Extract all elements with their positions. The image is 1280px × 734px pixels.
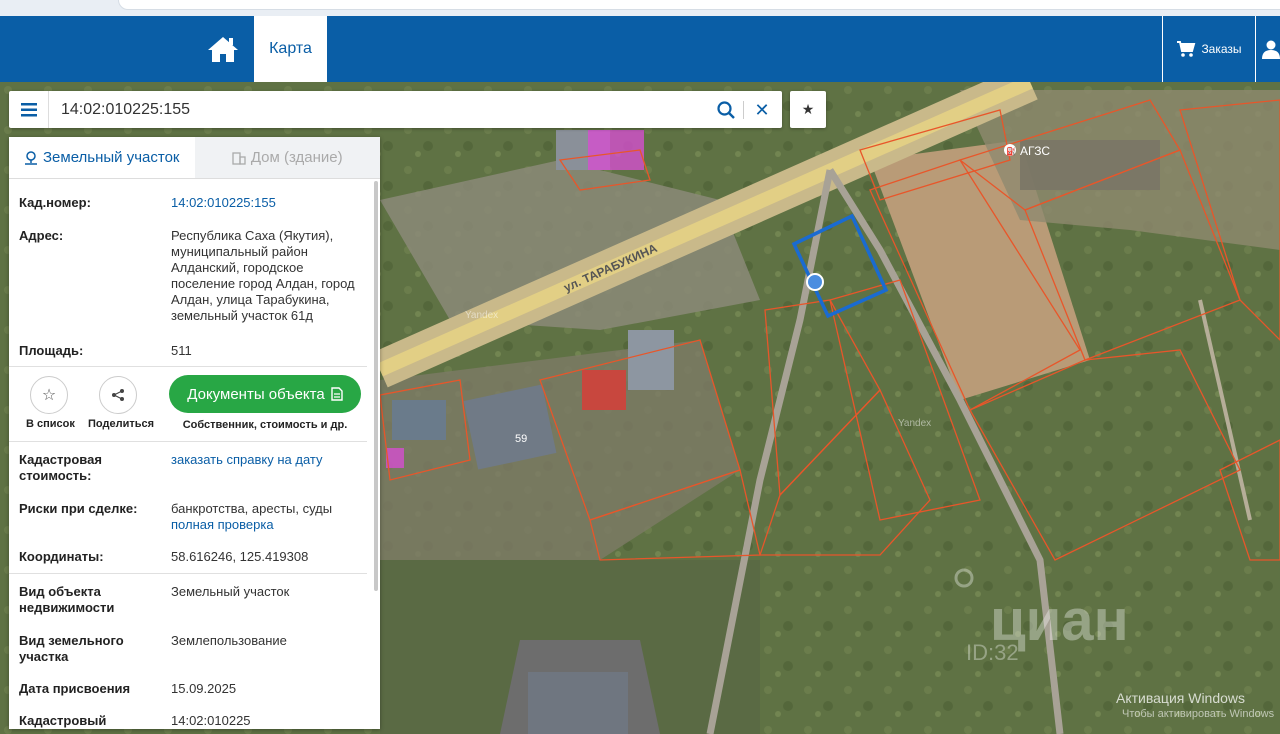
- yandex-label: Yandex: [898, 418, 931, 429]
- star-icon: ★: [801, 101, 815, 117]
- label: Вид объекта недвижимости: [19, 584, 115, 615]
- close-icon[interactable]: ✕: [751, 99, 773, 121]
- risks-value: банкротства, аресты, суды полная проверк…: [171, 501, 361, 533]
- label: Площадь:: [19, 343, 84, 358]
- label: Вид земельного участка: [19, 633, 124, 664]
- tab-map[interactable]: Карта: [254, 16, 327, 82]
- label: Риски при сделке:: [19, 501, 138, 516]
- svg-text:⛽: ⛽: [1006, 146, 1016, 156]
- label: Адрес:: [19, 228, 64, 243]
- orders-label: Заказы: [1201, 42, 1242, 56]
- documents-subtitle: Собственник, стоимость и др.: [182, 419, 348, 431]
- house-number-label: 59: [515, 433, 527, 445]
- documents-label: Документы объекта: [187, 385, 325, 403]
- to-list-label: В список: [26, 418, 75, 430]
- windows-activation-subtext: Чтобы активировать Windows: [1122, 708, 1275, 720]
- hamburger-icon: [20, 102, 37, 116]
- divider: [9, 573, 367, 574]
- document-icon: [331, 387, 343, 401]
- cad-number-link[interactable]: 14:02:010225:155: [171, 195, 361, 211]
- browser-url-pill[interactable]: [118, 0, 1280, 10]
- search-separator: [743, 101, 744, 119]
- cadastral-quarter-value: 14:02:010225: [171, 713, 251, 728]
- yandex-label: Yandex: [465, 310, 498, 321]
- share-icon: [112, 389, 124, 401]
- risks-text: банкротства, аресты, суды: [171, 501, 333, 516]
- order-certificate-link[interactable]: заказать справку на дату: [171, 452, 361, 468]
- search-icon[interactable]: [715, 99, 737, 121]
- label: Координаты:: [19, 549, 104, 564]
- gas-station-label: АГЗС: [1020, 144, 1050, 158]
- tab-land-label: Земельный участок: [42, 149, 180, 166]
- user-icon[interactable]: [1262, 16, 1280, 82]
- pin-icon: [24, 150, 37, 165]
- label: Дата присвоения: [19, 681, 131, 696]
- object-type-value: Земельный участок: [171, 584, 290, 599]
- top-navbar: Карта Заказы: [0, 16, 1280, 82]
- address-value: Республика Саха (Якутия), муниципальный …: [171, 228, 355, 323]
- label: Кад.номер:: [19, 195, 91, 210]
- panel-tabs: Земельный участок Дом (здание): [9, 137, 380, 179]
- home-button[interactable]: [200, 30, 246, 68]
- divider: [9, 441, 367, 442]
- star-outline-icon: ☆: [41, 387, 57, 404]
- cian-id-watermark: ID:32: [966, 640, 1019, 665]
- cart-icon: [1177, 41, 1196, 57]
- search-bar: ✕: [9, 91, 782, 128]
- area-value: 511: [171, 343, 192, 358]
- assign-date-value: 15.09.2025: [171, 681, 237, 696]
- tab-house[interactable]: Дом (здание): [194, 137, 380, 178]
- panel-scrollbar[interactable]: [374, 181, 378, 591]
- building-icon: [232, 151, 246, 165]
- divider: [9, 366, 367, 367]
- tab-house-label: Дом (здание): [250, 149, 343, 166]
- full-check-link[interactable]: полная проверка: [171, 517, 274, 532]
- share-button[interactable]: [99, 376, 137, 414]
- favorites-button[interactable]: ★: [790, 91, 826, 128]
- orders-button[interactable]: Заказы: [1162, 16, 1256, 82]
- coordinates-value: 58.616246, 125.419308: [171, 549, 309, 564]
- object-info-panel: Земельный участок Дом (здание) Кад.номер…: [9, 137, 380, 729]
- menu-button[interactable]: [9, 91, 49, 128]
- tab-land-plot[interactable]: Земельный участок: [9, 137, 195, 178]
- add-to-list-button[interactable]: ☆: [30, 376, 68, 414]
- documents-button[interactable]: Документы объекта: [169, 375, 361, 413]
- browser-address-strip: [0, 0, 1280, 16]
- windows-activation-text: Активация Windows: [1116, 690, 1246, 706]
- share-label: Поделиться: [88, 418, 155, 430]
- home-icon: [208, 37, 238, 62]
- land-type-value: Землепользование: [171, 633, 287, 648]
- label: Кадастровый: [19, 713, 107, 728]
- search-input[interactable]: [61, 99, 661, 121]
- label: Кадастровая стоимость:: [19, 452, 102, 483]
- parcel-marker[interactable]: [806, 273, 824, 291]
